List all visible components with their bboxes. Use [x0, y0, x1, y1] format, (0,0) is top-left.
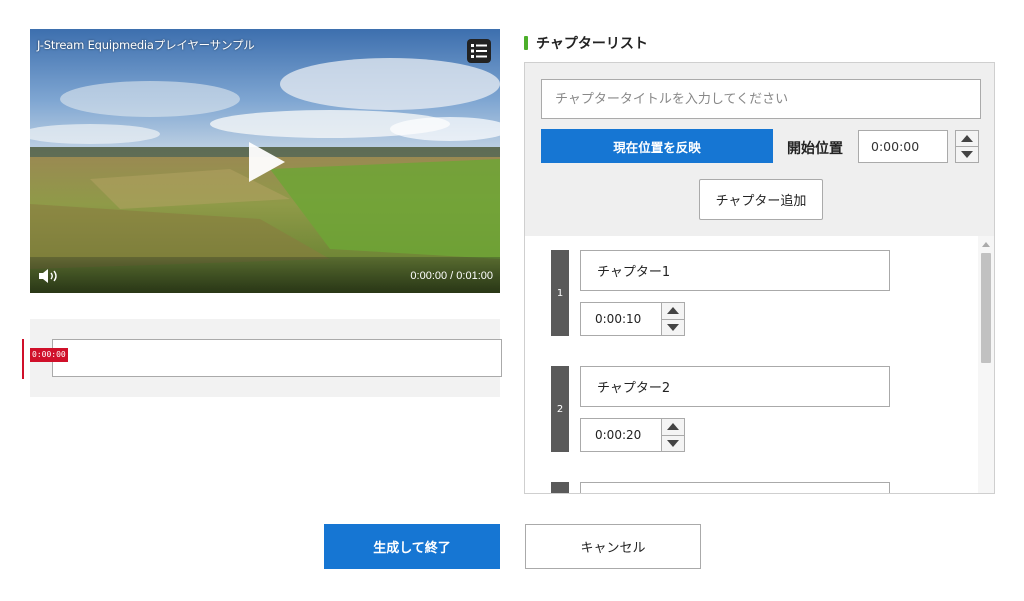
chapter-list-heading: チャプターリスト: [524, 33, 648, 53]
chevron-down-icon: [667, 323, 679, 331]
chapter-item: [551, 482, 891, 493]
chapter-time-decrement-button[interactable]: [662, 434, 684, 452]
chapter-time-stepper[interactable]: [661, 302, 685, 336]
chevron-down-icon: [667, 439, 679, 447]
timeline-panel: [30, 319, 502, 397]
start-time-decrement-button[interactable]: [956, 146, 978, 162]
section-marker-icon: [524, 36, 528, 50]
chapter-time-stepper[interactable]: [661, 418, 685, 452]
chapter-number: 2: [551, 366, 569, 452]
volume-icon[interactable]: [39, 268, 61, 284]
chapter-item: 1: [551, 250, 891, 336]
chapter-item: 2: [551, 366, 891, 452]
play-icon[interactable]: [247, 141, 287, 183]
chapter-list-title: チャプターリスト: [536, 36, 648, 52]
list-icon: [471, 44, 487, 58]
time-display: 0:00:00 / 0:01:00: [410, 270, 493, 282]
scrollbar-thumb[interactable]: [981, 253, 991, 363]
chapter-number: 1: [551, 250, 569, 336]
chapter-list: 1 2: [525, 236, 994, 493]
chevron-up-icon: [667, 423, 679, 431]
chevron-down-icon: [961, 151, 973, 158]
reflect-current-position-button[interactable]: 現在位置を反映: [541, 129, 773, 163]
video-title: J-Stream Equipmediaプレイヤーサンプル: [37, 38, 255, 52]
chapter-time-increment-button[interactable]: [662, 419, 684, 435]
add-chapter-button[interactable]: チャプター追加: [699, 179, 823, 220]
chapter-panel: 現在位置を反映 開始位置 チャプター追加 1 2: [524, 62, 995, 494]
chevron-up-icon: [961, 135, 973, 142]
chevron-up-icon: [667, 307, 679, 315]
chapter-name-input[interactable]: [580, 250, 890, 291]
chapter-list-scrollbar[interactable]: [978, 236, 994, 493]
cancel-button[interactable]: キャンセル: [525, 524, 701, 569]
start-position-label: 開始位置: [787, 141, 843, 157]
playhead-marker[interactable]: [22, 339, 24, 379]
scroll-up-icon[interactable]: [982, 242, 990, 247]
start-time-input[interactable]: [858, 130, 948, 163]
timeline-track[interactable]: [52, 339, 502, 377]
video-player[interactable]: J-Stream Equipmediaプレイヤーサンプル 0:00:00 / 0…: [30, 29, 500, 293]
chapter-time-increment-button[interactable]: [662, 303, 684, 319]
chapter-time-decrement-button[interactable]: [662, 318, 684, 336]
chapter-name-input[interactable]: [580, 482, 890, 493]
playhead-time-label: 0:00:00: [30, 348, 68, 362]
chapter-time-input[interactable]: [580, 302, 662, 336]
chapter-name-input[interactable]: [580, 366, 890, 407]
chapter-number: [551, 482, 569, 493]
chapter-title-input[interactable]: [541, 79, 981, 119]
start-time-increment-button[interactable]: [956, 131, 978, 146]
generate-and-finish-button[interactable]: 生成して終了: [324, 524, 500, 569]
start-time-stepper[interactable]: [955, 130, 979, 163]
chapter-time-input[interactable]: [580, 418, 662, 452]
chapter-menu-button[interactable]: [467, 39, 491, 63]
